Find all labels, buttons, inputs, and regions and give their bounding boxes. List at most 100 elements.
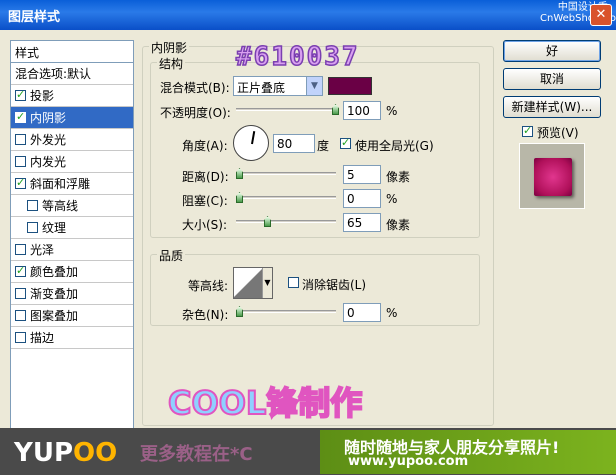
ok-button[interactable]: 好 <box>503 40 601 62</box>
noise-unit: % <box>386 306 398 320</box>
distance-input[interactable]: 5 <box>343 165 381 184</box>
choke-slider-track[interactable] <box>236 196 336 199</box>
anti-alias-label: 消除锯齿(L) <box>302 278 367 292</box>
style-item-label: 外发光 <box>30 133 67 147</box>
style-item-label: 描边 <box>30 331 55 345</box>
quality-title: 品质 <box>157 247 186 264</box>
overlay-color-code: #610037 <box>235 41 360 73</box>
logo-letter: Y <box>14 438 33 468</box>
style-item[interactable]: 图案叠加 <box>11 305 133 327</box>
style-item-label: 颜色叠加 <box>30 265 79 279</box>
style-item-label: 投影 <box>30 89 55 103</box>
contour-label: 等高线: <box>188 279 229 293</box>
style-item-label: 纹理 <box>42 221 67 235</box>
style-item[interactable]: 描边 <box>11 327 133 349</box>
anti-alias-checkbox[interactable] <box>288 277 299 288</box>
choke-unit: % <box>386 192 398 206</box>
blend-mode-select[interactable]: 正片叠底 ▼ <box>233 76 323 96</box>
distance-unit: 像素 <box>386 170 411 184</box>
style-item-label: 等高线 <box>42 199 79 213</box>
angle-unit: 度 <box>317 139 330 153</box>
style-item-label: 斜面和浮雕 <box>30 177 91 191</box>
close-button[interactable]: ✕ <box>590 4 612 26</box>
style-item[interactable]: 颜色叠加 <box>11 261 133 283</box>
choke-input[interactable]: 0 <box>343 189 381 208</box>
styles-list-header: 样式 <box>11 41 133 63</box>
style-item[interactable]: 投影 <box>11 85 133 107</box>
preview-swatch <box>534 158 572 196</box>
style-item-checkbox[interactable] <box>15 156 26 167</box>
style-item-checkbox[interactable] <box>15 176 26 189</box>
style-item[interactable]: 外发光 <box>11 129 133 151</box>
style-item[interactable]: 内阴影 <box>11 107 133 129</box>
styles-list-panel: 样式 混合选项:默认投影内阴影外发光内发光斜面和浮雕等高线纹理光泽颜色叠加渐变叠… <box>10 40 134 458</box>
inner-shadow-title: 内阴影 <box>149 39 190 56</box>
title-bar: 图层样式 中国设计秀 CnWebShow.com ✕ <box>0 0 616 30</box>
style-item-checkbox[interactable] <box>15 244 26 255</box>
distance-label: 距离(D): <box>182 170 229 184</box>
opacity-unit: % <box>386 104 398 118</box>
style-item-checkbox[interactable] <box>15 264 26 277</box>
style-item-checkbox[interactable] <box>15 288 26 299</box>
global-light-checkbox[interactable] <box>340 136 351 149</box>
style-item-label: 渐变叠加 <box>30 287 79 301</box>
style-item[interactable]: 斜面和浮雕 <box>11 173 133 195</box>
style-item-label: 光泽 <box>30 243 55 257</box>
opacity-slider-track[interactable] <box>236 108 336 111</box>
choke-label: 阻塞(C): <box>182 194 228 208</box>
size-slider-track[interactable] <box>236 220 336 223</box>
footer-ad-url: www.yupoo.com <box>348 454 469 469</box>
new-style-button[interactable]: 新建样式(W)... <box>503 96 601 118</box>
noise-slider-track[interactable] <box>236 310 336 313</box>
shadow-color-swatch[interactable] <box>328 77 372 95</box>
noise-input[interactable]: 0 <box>343 303 381 322</box>
size-input[interactable]: 65 <box>343 213 381 232</box>
logo-letter: U <box>32 438 54 468</box>
style-item-checkbox[interactable] <box>15 332 26 343</box>
style-item[interactable]: 光泽 <box>11 239 133 261</box>
style-item-checkbox[interactable] <box>15 88 26 101</box>
style-item[interactable]: 纹理 <box>11 217 133 239</box>
style-item-checkbox[interactable] <box>27 200 38 211</box>
style-item-checkbox[interactable] <box>15 310 26 321</box>
preview-checkbox[interactable] <box>522 124 533 137</box>
style-item[interactable]: 等高线 <box>11 195 133 217</box>
global-light-label: 使用全局光(G) <box>355 139 434 153</box>
yupoo-logo[interactable]: YUPOO <box>14 438 117 468</box>
blend-mode-value: 正片叠底 <box>237 81 286 95</box>
window-title: 图层样式 <box>8 10 61 25</box>
opacity-label: 不透明度(O): <box>160 106 231 120</box>
style-item-checkbox[interactable] <box>15 134 26 145</box>
style-item-label: 混合选项:默认 <box>15 67 92 81</box>
footer-ad[interactable]: 随时随地与家人朋友分享照片! www.yupoo.com <box>320 430 616 474</box>
contour-curve-icon <box>234 268 262 298</box>
style-item[interactable]: 渐变叠加 <box>11 283 133 305</box>
preview-thumbnail <box>519 143 585 209</box>
angle-label: 角度(A): <box>182 139 228 153</box>
style-item-label: 内阴影 <box>30 111 67 125</box>
style-item-checkbox[interactable] <box>27 222 38 233</box>
chevron-down-icon: ▼ <box>306 77 322 95</box>
style-item[interactable]: 内发光 <box>11 151 133 173</box>
style-item-checkbox[interactable] <box>15 110 26 123</box>
footer-banner: YUPOO 更多教程在*C 随时随地与家人朋友分享照片! www.yupoo.c… <box>0 428 616 475</box>
style-item[interactable]: 混合选项:默认 <box>11 63 133 85</box>
logo-letter: OO <box>73 438 118 468</box>
opacity-input[interactable]: 100 <box>343 101 381 120</box>
logo-letter: P <box>53 438 74 468</box>
style-item-label: 图案叠加 <box>30 309 79 323</box>
chevron-down-icon: ▼ <box>262 268 272 298</box>
cancel-button[interactable]: 取消 <box>503 68 601 90</box>
angle-input[interactable]: 80 <box>273 134 315 153</box>
noise-label: 杂色(N): <box>182 308 229 322</box>
contour-picker[interactable]: ▼ <box>233 267 273 299</box>
size-unit: 像素 <box>386 218 411 232</box>
overlay-author-text: COOL锋制作 <box>167 383 363 423</box>
style-item-label: 内发光 <box>30 155 67 169</box>
preview-label: 预览(V) <box>537 126 579 140</box>
distance-slider-track[interactable] <box>236 172 336 175</box>
angle-dial[interactable] <box>233 125 269 161</box>
footer-tutorial-text: 更多教程在*C <box>140 444 253 465</box>
size-label: 大小(S): <box>182 218 228 232</box>
blend-mode-label: 混合模式(B): <box>160 81 230 95</box>
